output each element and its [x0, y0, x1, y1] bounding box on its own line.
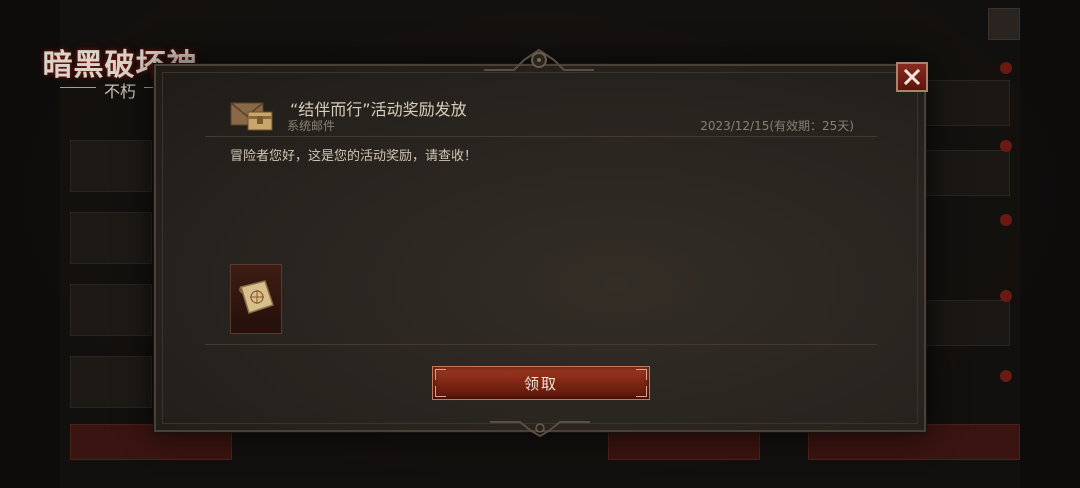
button-corner-ornament — [435, 386, 446, 397]
mail-body: 冒险者您好，这是您的活动奖励，请查收！ — [230, 149, 478, 164]
background-list-item — [70, 212, 152, 264]
claim-button-label: 领取 — [523, 374, 558, 393]
background-notification-dot — [1000, 140, 1012, 152]
background-list-item — [70, 356, 152, 408]
claim-button[interactable]: 领取 — [432, 366, 650, 400]
background-list-item — [70, 284, 152, 336]
footer-divider — [205, 344, 877, 345]
close-button[interactable] — [896, 62, 928, 92]
button-corner-ornament — [435, 369, 446, 380]
dialog-bottom-ornament — [490, 421, 590, 438]
background-list-item — [70, 140, 152, 192]
mail-date: 2023/12/15(有效期：25天) — [700, 119, 854, 133]
close-icon — [903, 68, 921, 86]
mail-envelope-icon — [230, 102, 273, 131]
button-corner-ornament — [636, 369, 647, 380]
scroll-map-icon — [239, 280, 274, 314]
background-top-button — [988, 8, 1020, 40]
background-notification-dot — [1000, 214, 1012, 226]
attachment-slot[interactable] — [230, 264, 282, 334]
background-notification-dot — [1000, 62, 1012, 74]
background-notification-dot — [1000, 290, 1012, 302]
mail-sender: 系统邮件 — [287, 119, 336, 133]
header-divider — [205, 136, 877, 137]
background-notification-dot — [1000, 370, 1012, 382]
dialog-top-ornament — [484, 48, 594, 71]
button-corner-ornament — [636, 386, 647, 397]
